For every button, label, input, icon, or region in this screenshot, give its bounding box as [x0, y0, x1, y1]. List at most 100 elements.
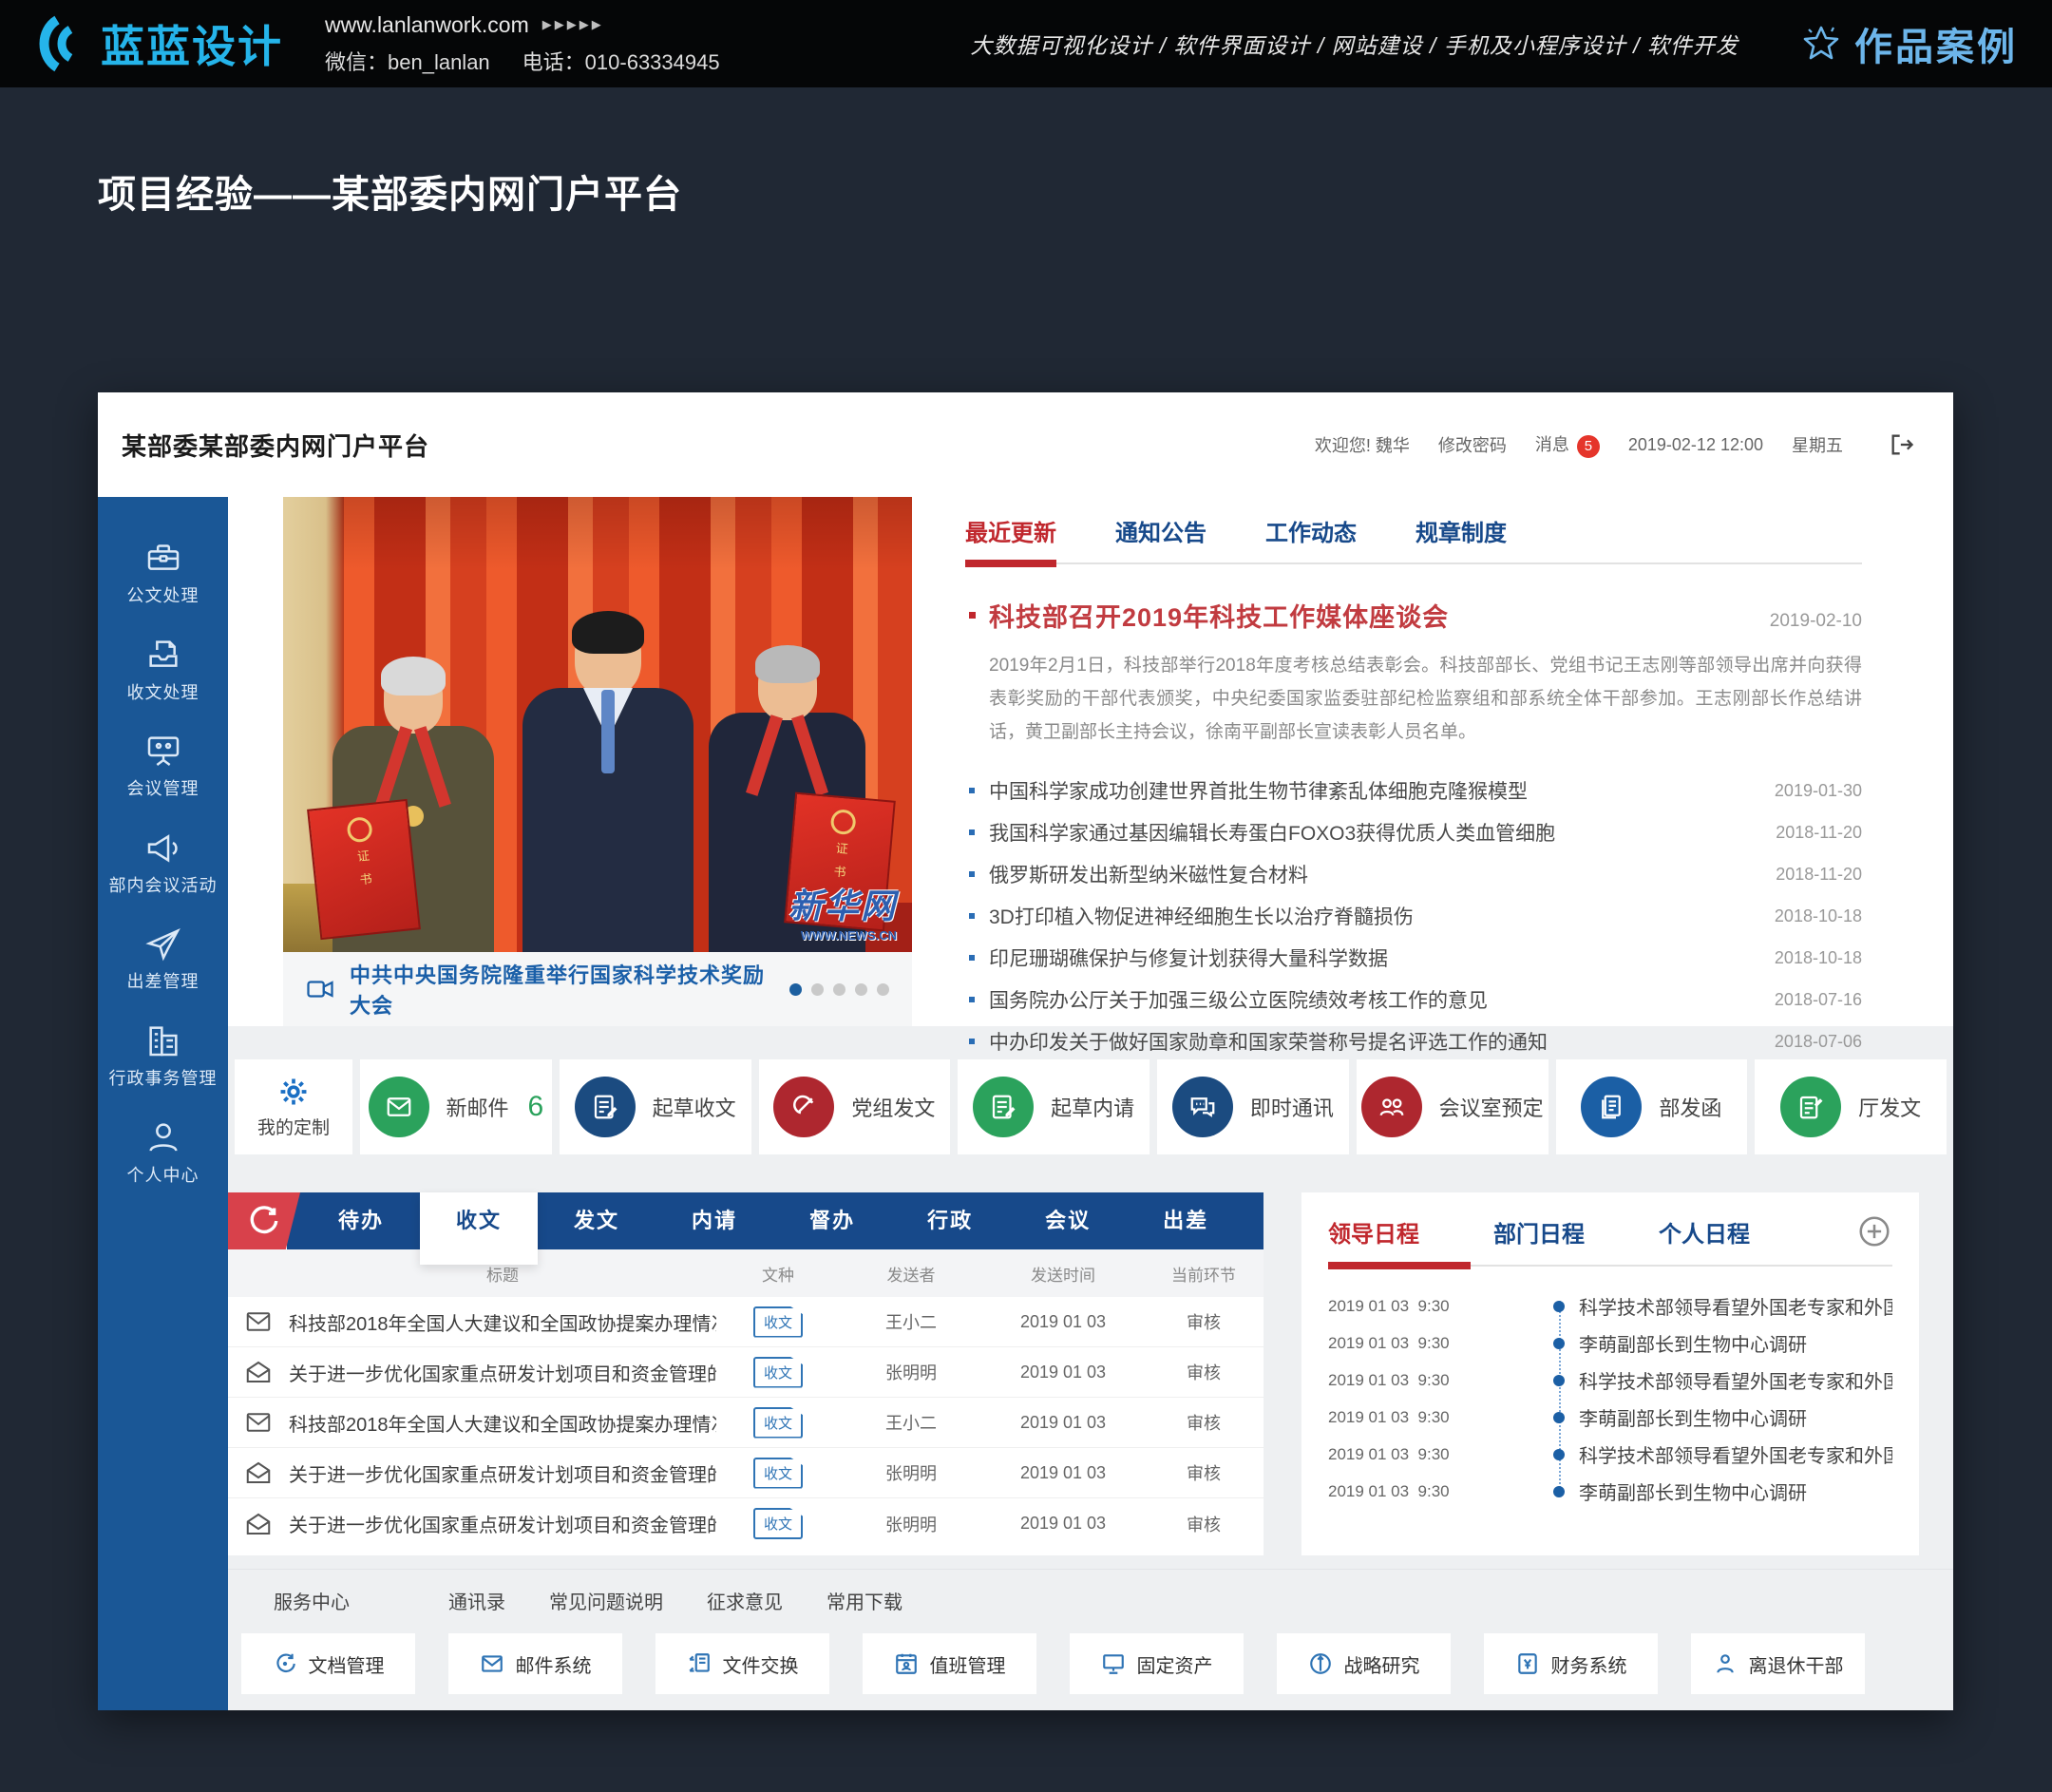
doc-type-badge: 收文 — [753, 1357, 803, 1388]
schedule-item[interactable]: 2019 01 03 9:30 科学技术部领导看望外国老专家和外国老专家家属 — [1328, 1436, 1892, 1473]
timeline-dot — [1553, 1375, 1565, 1386]
tab-meetings[interactable]: 会议 — [1009, 1192, 1127, 1249]
tab-supervision[interactable]: 督办 — [773, 1192, 891, 1249]
tab-dept-schedule[interactable]: 部门日程 — [1493, 1215, 1585, 1249]
sidebar-item-label: 出差管理 — [124, 972, 203, 993]
carousel-dot[interactable] — [811, 983, 824, 996]
services-row: 服务中心 通讯录 常见问题说明 征求意见 常用下载 — [228, 1569, 1953, 1631]
quick-action-draft-incoming[interactable]: 起草收文 — [560, 1059, 751, 1154]
quick-action-meeting-room-booking[interactable]: 会议室预定 — [1357, 1059, 1548, 1154]
weekday-text: 星期五 — [1792, 432, 1843, 457]
quick-action-instant-messaging[interactable]: 即时通讯 — [1157, 1059, 1349, 1154]
sidebar-item-label: 部内会议活动 — [105, 876, 221, 897]
tab-notices[interactable]: 通知公告 — [1115, 514, 1206, 547]
table-row[interactable]: 关于进一步优化国家重点研发计划项目和资金管理的通知 收文 张明明 2019 01… — [228, 1347, 1264, 1398]
sidebar-item-label: 收文处理 — [124, 683, 203, 704]
tab-admin[interactable]: 行政 — [891, 1192, 1009, 1249]
table-row[interactable]: 科技部2018年全国人大建议和全国政协提案办理情况 收文 王小二 2019 01… — [228, 1398, 1264, 1448]
tab-leader-schedule[interactable]: 领导日程 — [1328, 1215, 1419, 1249]
schedule-item[interactable]: 2019 01 03 9:30 科学技术部领导看望外国老专家和外国老专家家属 — [1328, 1362, 1892, 1399]
app-fixed-assets[interactable]: 固定资产 — [1070, 1633, 1244, 1694]
ceremony-photo[interactable]: 证 书 — [283, 497, 912, 952]
logo-mark-icon — [28, 14, 87, 73]
tab-outgoing[interactable]: 发文 — [538, 1192, 656, 1249]
schedule-item[interactable]: 2019 01 03 9:30 李萌副部长到生物中心调研 — [1328, 1325, 1892, 1362]
schedule-tabs: 领导日程 部门日程 个人日程 — [1328, 1213, 1892, 1265]
tab-underline — [965, 562, 1862, 564]
news-item[interactable]: 俄罗斯研发出新型纳米磁性复合材料 2018-11-20 — [965, 853, 1862, 895]
change-password-link[interactable]: 修改密码 — [1438, 432, 1507, 457]
carousel-dot[interactable] — [789, 983, 802, 996]
quick-action-dept-letters[interactable]: 部发函 — [1556, 1059, 1748, 1154]
news-item[interactable]: 中国科学家成功创建世界首批生物节律紊乱体细胞克隆猴模型 2019-01-30 — [965, 770, 1862, 811]
quick-action-new-mail[interactable]: 新邮件 6 — [360, 1059, 552, 1154]
site-header: 蓝蓝设计 www.lanlanwork.com ▶▶▶▶▶ 微信：ben_lan… — [0, 0, 2052, 87]
tab-recent-updates[interactable]: 最近更新 — [965, 514, 1056, 547]
sidebar-item-label: 行政事务管理 — [105, 1069, 221, 1090]
quick-action-my-customization[interactable]: 我的定制 — [235, 1059, 352, 1154]
news-item[interactable]: 3D打印植入物促进神经细胞生长以治疗脊髓损伤 2018-10-18 — [965, 895, 1862, 937]
carousel-dot[interactable] — [833, 983, 846, 996]
portfolio-label: 作品案例 — [1854, 16, 2018, 71]
sidebar-item-document-processing[interactable]: 公文处理 — [98, 539, 228, 607]
table-row[interactable]: 科技部2018年全国人大建议和全国政协提案办理情况 收文 王小二 2019 01… — [228, 1297, 1264, 1347]
file-exchange-icon — [687, 1651, 712, 1676]
sidebar-item-travel-mgmt[interactable]: 出差管理 — [98, 925, 228, 993]
schedule-item[interactable]: 2019 01 03 9:30 李萌副部长到生物中心调研 — [1328, 1399, 1892, 1436]
schedule-item[interactable]: 2019 01 03 9:30 科学技术部领导看望外国老专家和外国老专家家属 — [1328, 1287, 1892, 1325]
portfolio-link[interactable]: 作品案例 — [1799, 16, 2018, 71]
news-item[interactable]: 我国科学家通过基因编辑长寿蛋白FOXO3获得优质人类血管细胞 2018-11-2… — [965, 811, 1862, 853]
tab-travel[interactable]: 出差 — [1127, 1192, 1244, 1249]
tab-work-news[interactable]: 工作动态 — [1265, 514, 1357, 547]
news-item[interactable]: 中办印发关于做好国家勋章和国家荣誉称号提名评选工作的通知 2018-07-06 — [965, 1020, 1862, 1062]
tab-regulations[interactable]: 规章制度 — [1416, 514, 1507, 547]
carousel-caption[interactable]: 中共中央国务院隆重举行国家科学技术奖励大会 — [350, 959, 774, 1020]
logout-icon[interactable] — [1889, 431, 1915, 458]
app-file-exchange[interactable]: 文件交换 — [656, 1633, 829, 1694]
carousel-dot[interactable] — [855, 983, 867, 996]
sidebar-item-internal-activities[interactable]: 部内会议活动 — [98, 829, 228, 897]
sidebar-item-meeting-mgmt[interactable]: 会议管理 — [98, 732, 228, 800]
tab-internal[interactable]: 内请 — [656, 1192, 773, 1249]
messages-link[interactable]: 消息5 — [1535, 431, 1600, 458]
quick-action-draft-internal[interactable]: 起草内请 — [958, 1059, 1150, 1154]
tab-todo[interactable]: 待办 — [302, 1192, 420, 1249]
app-strategy-research[interactable]: 战略研究 — [1277, 1633, 1451, 1694]
doc-type-badge: 收文 — [753, 1306, 803, 1338]
figure-left-awardee: 证 书 — [332, 663, 494, 952]
welcome-text: 欢迎您! 魏华 — [1315, 432, 1410, 457]
tab-personal-schedule[interactable]: 个人日程 — [1659, 1215, 1750, 1249]
headline-item[interactable]: 科技部召开2019年科技工作媒体座谈会 2019-02-10 — [965, 597, 1862, 634]
quick-action-party-docs[interactable]: 党组发文 — [759, 1059, 951, 1154]
megaphone-icon — [144, 829, 182, 867]
party-emblem-icon — [773, 1077, 834, 1137]
app-duty-mgmt[interactable]: 值班管理 — [863, 1633, 1036, 1694]
news-list: 中国科学家成功创建世界首批生物节律紊乱体细胞克隆猴模型 2019-01-30 我… — [965, 770, 1862, 1062]
sidebar-item-label: 会议管理 — [124, 779, 203, 800]
app-mail-system[interactable]: 邮件系统 — [448, 1633, 622, 1694]
table-row[interactable]: 关于进一步优化国家重点研发计划项目和资金管理的通知 收文 张明明 2019 01… — [228, 1448, 1264, 1498]
schedule-item[interactable]: 2019 01 03 9:30 李萌副部长到生物中心调研 — [1328, 1473, 1892, 1510]
bullet — [969, 829, 975, 835]
app-finance-system[interactable]: 财务系统 — [1484, 1633, 1658, 1694]
quick-action-office-docs[interactable]: 厅发文 — [1755, 1059, 1947, 1154]
portal-header: 某部委某部委内网门户平台 欢迎您! 魏华 修改密码 消息5 2019-02-12… — [98, 392, 1953, 497]
link-feedback[interactable]: 征求意见 — [707, 1587, 783, 1614]
news-item[interactable]: 印尼珊瑚礁保护与修复计划获得大量科学数据 2018-10-18 — [965, 937, 1862, 979]
link-contacts[interactable]: 通讯录 — [448, 1587, 505, 1614]
add-schedule-icon[interactable] — [1856, 1213, 1892, 1249]
table-row[interactable]: 关于进一步优化国家重点研发计划项目和资金管理的通知 收文 张明明 2019 01… — [228, 1498, 1264, 1549]
tab-incoming[interactable]: 收文 — [420, 1192, 538, 1265]
app-document-mgmt[interactable]: 文档管理 — [241, 1633, 415, 1694]
sidebar-item-incoming-docs[interactable]: 收文处理 — [98, 636, 228, 704]
presentation-icon — [144, 732, 182, 770]
sidebar-item-personal-center[interactable]: 个人中心 — [98, 1118, 228, 1187]
link-faq[interactable]: 常见问题说明 — [549, 1587, 663, 1614]
logo[interactable]: 蓝蓝设计 — [28, 12, 283, 75]
app-retired-cadres[interactable]: 离退休干部 — [1691, 1633, 1865, 1694]
sidebar-item-admin-affairs[interactable]: 行政事务管理 — [98, 1021, 228, 1090]
website-link[interactable]: www.lanlanwork.com — [325, 12, 529, 38]
news-item[interactable]: 国务院办公厅关于加强三级公立医院绩效考核工作的意见 2018-07-16 — [965, 979, 1862, 1020]
link-downloads[interactable]: 常用下载 — [826, 1587, 902, 1614]
carousel-dot[interactable] — [877, 983, 889, 996]
